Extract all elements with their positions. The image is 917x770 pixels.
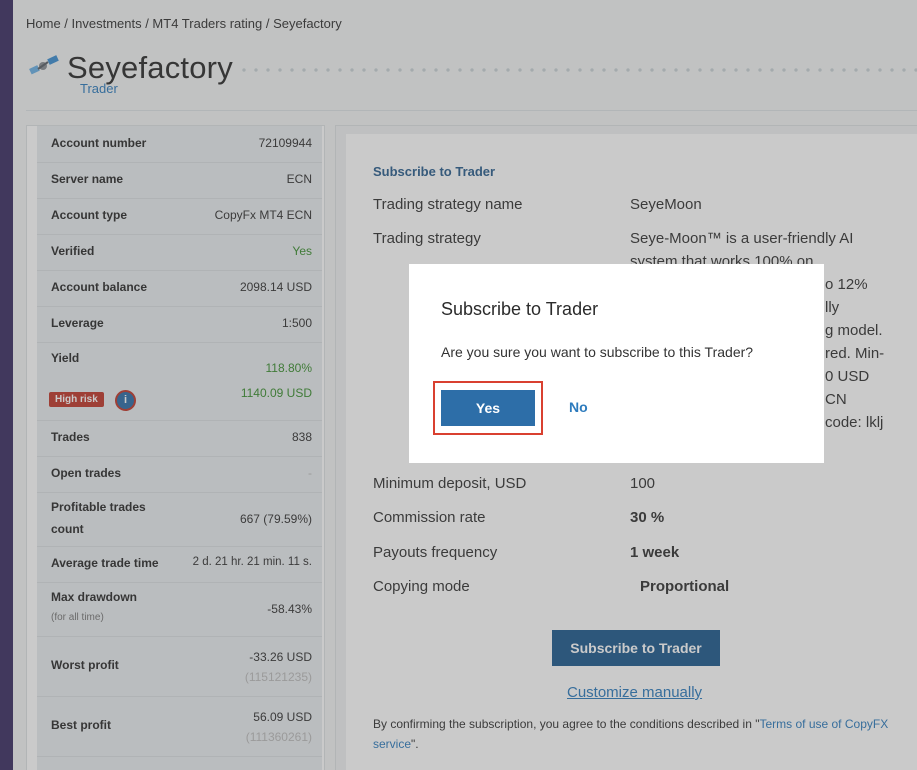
dialog-message: Are you sure you want to subscribe to th… <box>441 344 754 360</box>
yes-button[interactable]: Yes <box>441 390 535 426</box>
confirm-dialog: Subscribe to Trader Are you sure you wan… <box>409 264 824 463</box>
dialog-title: Subscribe to Trader <box>441 299 599 319</box>
no-button[interactable]: No <box>569 399 588 415</box>
